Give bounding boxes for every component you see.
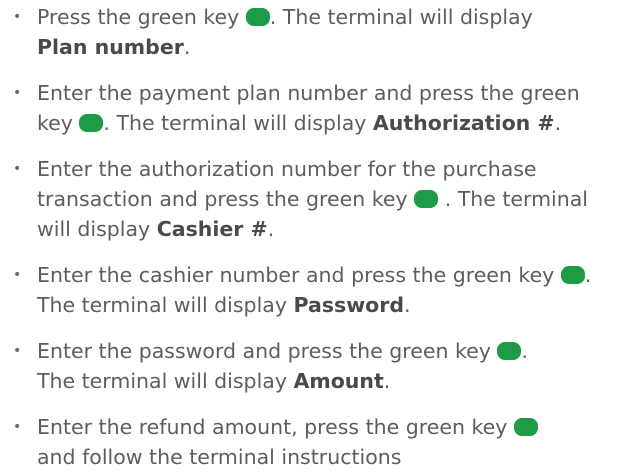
bullet: • — [13, 161, 22, 177]
step-text: Enter the refund amount, press the green… — [37, 415, 514, 439]
step-line: and follow the terminal instructions — [37, 445, 402, 469]
step-line: Enter the authorization number for the p… — [37, 157, 537, 181]
step-line: will display Cashier #. — [37, 214, 623, 244]
green-key-icon — [245, 8, 270, 26]
step-text: transaction and press the green key — [37, 187, 415, 211]
step-line: transaction and press the green key . Th… — [37, 184, 623, 214]
step-line: Plan number. — [37, 32, 623, 62]
step-enter-cashier-number: • Enter the cashier number and press the… — [0, 260, 623, 320]
step-line: The terminal will display Password. — [37, 290, 623, 320]
display-message: Password — [293, 293, 405, 317]
bullet: • — [13, 267, 22, 283]
green-key-icon — [560, 266, 585, 284]
step-text: . — [267, 217, 275, 241]
green-key-icon — [513, 418, 538, 436]
bullet: • — [13, 85, 22, 101]
step-text: key — [37, 111, 80, 135]
step-text: . — [521, 339, 528, 363]
step-text: . — [183, 35, 191, 59]
step-line: Enter the password and press the green k… — [37, 336, 623, 366]
step-text: Press the green key — [37, 5, 246, 29]
step-text: . The terminal will display — [103, 111, 373, 135]
step-line: key . The terminal will display Authoriz… — [37, 108, 623, 138]
green-key-icon — [497, 342, 522, 360]
step-line: The terminal will display Amount. — [37, 366, 623, 396]
step-text: . — [584, 263, 592, 287]
bullet: • — [13, 419, 22, 435]
display-message: Amount — [293, 369, 384, 393]
bullet: • — [13, 9, 22, 25]
step-enter-password: • Enter the password and press the green… — [0, 336, 623, 396]
step-press-green-key: • Press the green key . The terminal wil… — [0, 2, 623, 62]
step-text: The terminal will display — [37, 293, 294, 317]
step-text: . — [383, 369, 391, 393]
step-text: The terminal will display — [37, 369, 294, 393]
step-text: will display — [37, 217, 157, 241]
step-enter-authorization-number: • Enter the authorization number for the… — [0, 154, 623, 244]
step-text: . — [404, 293, 411, 317]
step-enter-plan-number: • Enter the payment plan number and pres… — [0, 78, 623, 138]
step-line: Enter the refund amount, press the green… — [37, 412, 623, 442]
step-line: Enter the payment plan number and press … — [37, 81, 580, 105]
step-enter-refund-amount: • Enter the refund amount, press the gre… — [0, 412, 623, 472]
step-text: . The terminal — [438, 187, 588, 211]
step-text: . — [554, 111, 562, 135]
step-text: Enter the cashier number and press the g… — [37, 263, 561, 287]
display-message: Plan number — [37, 35, 184, 59]
step-text: . The terminal will display — [269, 5, 533, 29]
instruction-steps: • Press the green key . The terminal wil… — [0, 0, 623, 472]
step-line: Press the green key . The terminal will … — [37, 2, 623, 32]
green-key-icon — [414, 190, 439, 208]
step-text: Enter the password and press the green k… — [37, 339, 498, 363]
bullet: • — [13, 343, 22, 359]
display-message: Authorization # — [372, 111, 555, 135]
green-key-icon — [79, 114, 104, 132]
step-line: Enter the cashier number and press the g… — [37, 260, 623, 290]
display-message: Cashier # — [156, 217, 268, 241]
